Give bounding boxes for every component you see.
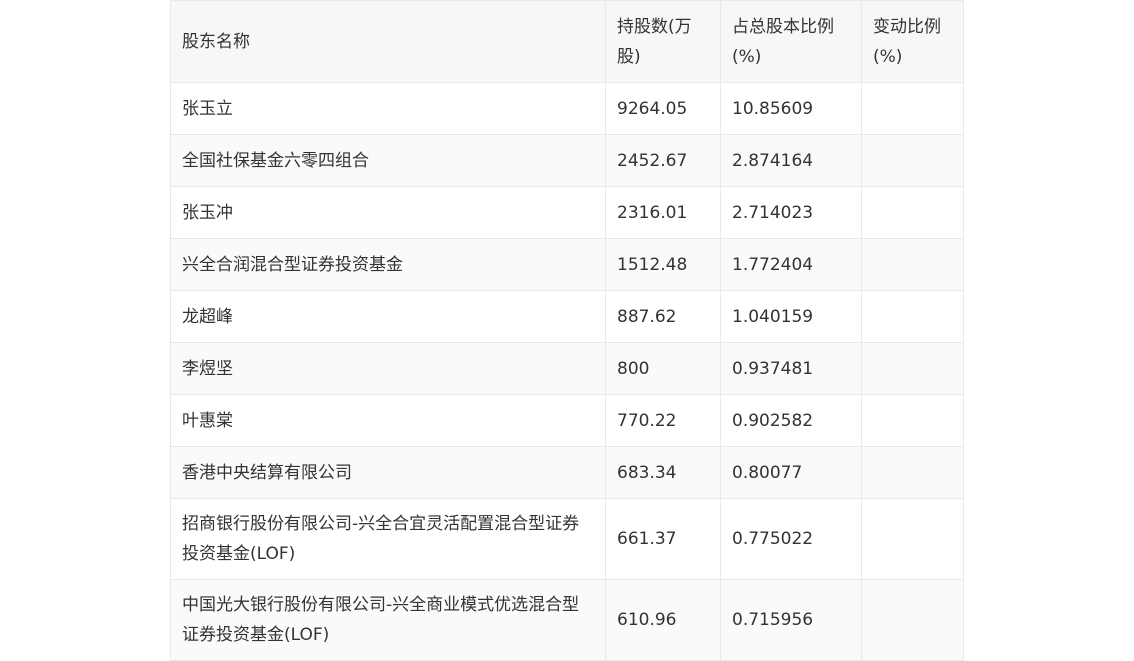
cell-change-ratio [861, 394, 964, 447]
cell-share-ratio: 0.902582 [720, 394, 862, 447]
table-row: 招商银行股份有限公司-兴全合宜灵活配置混合型证券投资基金(LOF) 661.37… [170, 498, 964, 580]
cell-change-ratio [861, 82, 964, 135]
table-header-row: 股东名称 持股数(万股) 占总股本比例(%) 变动比例(%) [170, 0, 964, 83]
table-row: 龙超峰 887.62 1.040159 [170, 290, 964, 343]
cell-shares-held: 800 [605, 342, 721, 395]
cell-shareholder-name: 招商银行股份有限公司-兴全合宜灵活配置混合型证券投资基金(LOF) [170, 498, 606, 580]
table-row: 叶惠棠 770.22 0.902582 [170, 394, 964, 447]
cell-share-ratio: 0.80077 [720, 446, 862, 499]
cell-shareholder-name: 香港中央结算有限公司 [170, 446, 606, 499]
cell-shares-held: 683.34 [605, 446, 721, 499]
cell-shares-held: 661.37 [605, 498, 721, 580]
cell-share-ratio: 2.714023 [720, 186, 862, 239]
table-row: 中国光大银行股份有限公司-兴全商业模式优选混合型证券投资基金(LOF) 610.… [170, 579, 964, 661]
cell-shareholder-name: 龙超峰 [170, 290, 606, 343]
cell-shareholder-name: 张玉立 [170, 82, 606, 135]
cell-change-ratio [861, 579, 964, 661]
cell-shares-held: 770.22 [605, 394, 721, 447]
cell-change-ratio [861, 238, 964, 291]
cell-shareholder-name: 全国社保基金六零四组合 [170, 134, 606, 187]
table-row: 全国社保基金六零四组合 2452.67 2.874164 [170, 134, 964, 187]
table-row: 李煜坚 800 0.937481 [170, 342, 964, 395]
cell-share-ratio: 2.874164 [720, 134, 862, 187]
cell-change-ratio [861, 290, 964, 343]
cell-share-ratio: 1.772404 [720, 238, 862, 291]
header-share-ratio: 占总股本比例(%) [720, 0, 862, 83]
cell-share-ratio: 1.040159 [720, 290, 862, 343]
header-change-ratio: 变动比例(%) [861, 0, 964, 83]
header-shareholder-name: 股东名称 [170, 0, 606, 83]
cell-shares-held: 9264.05 [605, 82, 721, 135]
table-row: 张玉冲 2316.01 2.714023 [170, 186, 964, 239]
cell-shareholder-name: 张玉冲 [170, 186, 606, 239]
cell-change-ratio [861, 186, 964, 239]
cell-shares-held: 2452.67 [605, 134, 721, 187]
cell-shareholder-name: 兴全合润混合型证券投资基金 [170, 238, 606, 291]
cell-share-ratio: 0.775022 [720, 498, 862, 580]
cell-shares-held: 1512.48 [605, 238, 721, 291]
cell-share-ratio: 0.937481 [720, 342, 862, 395]
cell-shareholder-name: 李煜坚 [170, 342, 606, 395]
cell-share-ratio: 0.715956 [720, 579, 862, 661]
cell-shares-held: 2316.01 [605, 186, 721, 239]
table-row: 张玉立 9264.05 10.85609 [170, 82, 964, 135]
cell-shareholder-name: 叶惠棠 [170, 394, 606, 447]
cell-shares-held: 887.62 [605, 290, 721, 343]
cell-change-ratio [861, 498, 964, 580]
shareholders-table-container: 股东名称 持股数(万股) 占总股本比例(%) 变动比例(%) 张玉立 9264.… [170, 0, 964, 661]
cell-shareholder-name: 中国光大银行股份有限公司-兴全商业模式优选混合型证券投资基金(LOF) [170, 579, 606, 661]
table-row: 兴全合润混合型证券投资基金 1512.48 1.772404 [170, 238, 964, 291]
cell-share-ratio: 10.85609 [720, 82, 862, 135]
header-shares-held: 持股数(万股) [605, 0, 721, 83]
table-row: 香港中央结算有限公司 683.34 0.80077 [170, 446, 964, 499]
cell-change-ratio [861, 134, 964, 187]
cell-change-ratio [861, 446, 964, 499]
cell-change-ratio [861, 342, 964, 395]
cell-shares-held: 610.96 [605, 579, 721, 661]
shareholders-table: 股东名称 持股数(万股) 占总股本比例(%) 变动比例(%) 张玉立 9264.… [170, 0, 964, 661]
